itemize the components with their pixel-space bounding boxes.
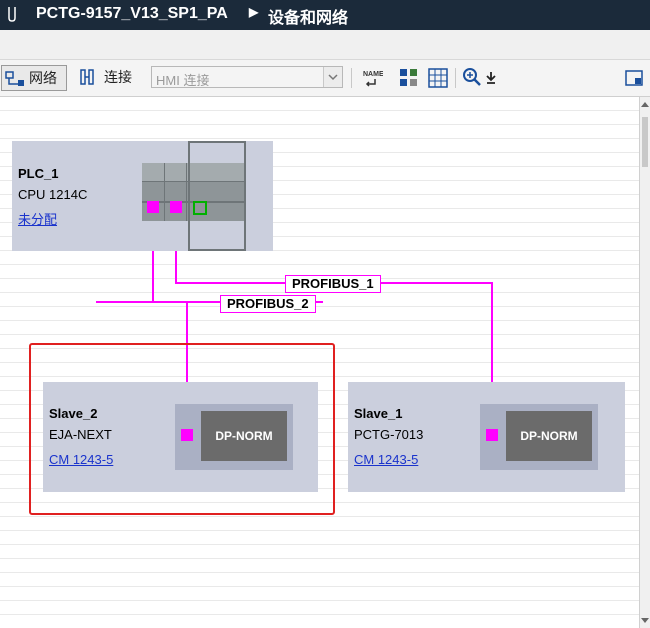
profibus-1-label[interactable]: PROFIBUS_1: [285, 275, 381, 293]
project-icon: [8, 7, 16, 22]
device-name[interactable]: Slave_1: [354, 406, 402, 421]
zoom-in-icon[interactable]: [461, 66, 483, 88]
cm-module-slot[interactable]: [188, 141, 246, 251]
title-bar: PCTG-9157_V13_SP1_PA ▶ 设备和网络: [0, 0, 650, 30]
connections-button[interactable]: 连接: [78, 65, 142, 89]
network-canvas[interactable]: PLC_1 CPU 1214C 未分配 PROFIBUS_1 PROFIBUS_…: [0, 97, 639, 628]
device-name[interactable]: PLC_1: [18, 166, 58, 181]
connection-type-select[interactable]: HMI 连接: [151, 66, 343, 88]
scroll-up-icon[interactable]: [641, 102, 649, 107]
plc-device[interactable]: PLC_1 CPU 1214C 未分配: [12, 141, 273, 251]
device-module-link[interactable]: CM 1243-5: [49, 452, 113, 467]
connection-icon: [80, 69, 94, 85]
network-icon: [5, 71, 24, 86]
slave-2-device[interactable]: Slave_2 EJA-NEXT CM 1243-5 DP-NORM: [43, 382, 318, 492]
breadcrumb-separator-icon: ▶: [249, 5, 259, 19]
svg-text:NAME: NAME: [363, 71, 383, 78]
scroll-thumb[interactable]: [642, 117, 648, 167]
dp-module-label: DP-NORM: [506, 411, 592, 461]
profibus-port[interactable]: [486, 429, 498, 441]
profibus-port[interactable]: [181, 429, 193, 441]
name-assign-icon[interactable]: NAME: [361, 67, 383, 89]
properties-panel-icon[interactable]: [624, 68, 644, 88]
scroll-down-icon[interactable]: [641, 618, 649, 623]
slave-1-device[interactable]: Slave_1 PCTG-7013 CM 1243-5 DP-NORM: [348, 382, 625, 492]
profibus-port[interactable]: [147, 201, 159, 213]
device-subnet-link[interactable]: 未分配: [18, 209, 57, 228]
network-view-button[interactable]: 网络: [1, 65, 67, 91]
network-toolbar: 网络 连接 HMI 连接 NAME: [0, 60, 650, 97]
page-title: 设备和网络: [268, 10, 349, 27]
device-module-link[interactable]: CM 1243-5: [354, 452, 418, 467]
device-type: CPU 1214C: [18, 187, 88, 202]
profibus-2-label[interactable]: PROFIBUS_2: [220, 295, 316, 313]
profibus-port[interactable]: [170, 201, 182, 213]
dp-module-label: DP-NORM: [201, 411, 287, 461]
connection-type-value: HMI 连接: [156, 73, 210, 88]
vertical-scrollbar[interactable]: [639, 97, 650, 628]
connections-label: 连接: [104, 69, 132, 85]
grid-icon[interactable]: [427, 67, 449, 89]
view-tab-area: [0, 30, 650, 60]
ethernet-port[interactable]: [193, 201, 207, 215]
device-name[interactable]: Slave_2: [49, 406, 97, 421]
show-address-icon[interactable]: [398, 67, 420, 89]
device-type: PCTG-7013: [354, 427, 424, 442]
network-label: 网络: [29, 70, 57, 86]
chevron-down-icon[interactable]: [323, 67, 342, 87]
download-arrow-icon[interactable]: [484, 70, 498, 86]
device-type: EJA-NEXT: [49, 427, 112, 442]
project-name[interactable]: PCTG-9157_V13_SP1_PA: [36, 5, 228, 23]
